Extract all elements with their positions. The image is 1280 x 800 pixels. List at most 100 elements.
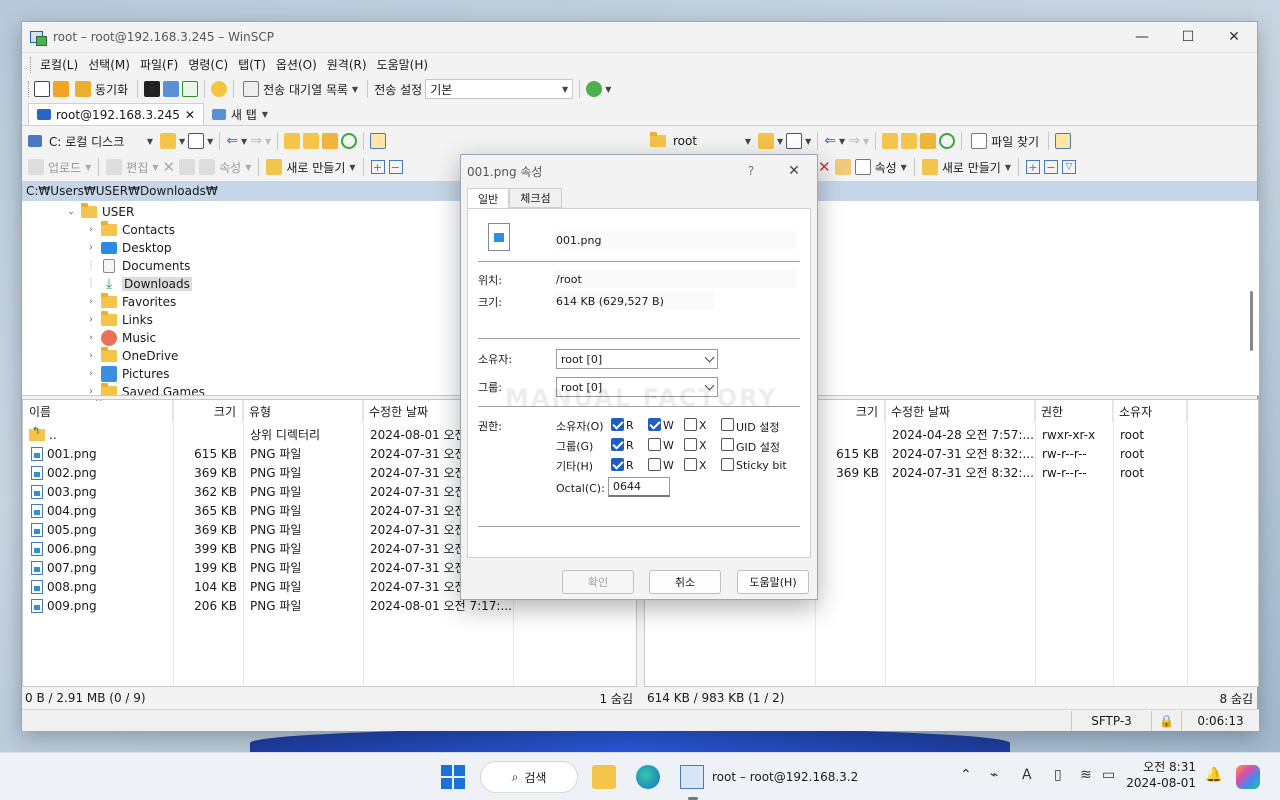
tree-item-contacts[interactable]: › Contacts [86,221,175,239]
rename-icon[interactable] [834,159,851,175]
column-size-header[interactable]: 크기 [173,400,243,422]
toolbar-grip[interactable] [28,81,31,97]
bell-icon[interactable]: 🔔 [1205,767,1222,783]
owner-select[interactable]: root [0] [556,349,718,369]
compare-dirs-icon[interactable] [34,81,50,97]
help-button[interactable]: 도움말(H) [737,570,809,594]
tree-toggle-icon[interactable] [370,133,387,149]
filter-icon[interactable] [188,133,205,149]
tree-scrollbar[interactable] [1250,291,1253,351]
tree-item-documents[interactable]: ┆ Documents [86,257,190,275]
back-arrow-icon[interactable]: ⇐ [824,133,836,149]
menu-local[interactable]: 로컬(L) [35,56,83,73]
gid-checkbox[interactable] [721,438,734,451]
tree-item-favorites[interactable]: › Favorites [86,293,176,311]
chevron-down-icon[interactable]: ▼ [777,137,783,146]
refresh-session-icon[interactable] [182,81,199,97]
deselect-minus-icon[interactable]: − [1044,160,1058,174]
chevron-down-icon[interactable]: ▼ [839,137,845,146]
group-w-checkbox[interactable] [648,438,661,451]
expand-chevron-icon[interactable]: › [86,225,96,235]
taskbar-search[interactable]: ⌕ 검색 [480,761,578,793]
copilot-icon[interactable] [1236,765,1260,789]
column-permissions-header[interactable]: 권한 [1035,400,1113,422]
taskbar-clock[interactable]: 오전 8:31 2024-08-01 [1126,759,1196,791]
sync-browse-icon[interactable] [53,81,69,97]
chevron-down-icon[interactable]: ▼ [805,137,811,146]
home-icon[interactable] [920,133,937,149]
collapse-chevron-icon[interactable]: ⌄ [66,207,76,217]
find-files-button[interactable]: 파일 찾기 [968,130,1042,152]
tree-item-saved-games[interactable]: › Saved Games [86,383,205,395]
chevron-down-icon[interactable]: ▼ [265,137,271,146]
rename-icon[interactable] [179,159,196,175]
uid-checkbox[interactable] [721,418,734,431]
properties-label[interactable]: 속성 [219,159,241,176]
others-w-checkbox[interactable] [648,458,661,471]
tab-session[interactable]: root@192.168.3.245 ✕ [28,103,204,125]
queue-list-button[interactable]: 전송 대기열 목록 ▼ [240,78,361,100]
column-size-header[interactable]: 크기 [815,400,885,422]
dialog-help-icon[interactable]: ? [731,164,771,178]
root-dir-icon[interactable] [901,133,918,149]
edge-browser-icon[interactable] [636,765,660,789]
expand-chevron-icon[interactable]: › [86,315,96,325]
tree-item-links[interactable]: › Links [86,311,153,329]
upload-label[interactable]: 업로드 [48,159,81,176]
back-arrow-icon[interactable]: ⇐ [226,133,238,149]
tree-item-user[interactable]: ⌄ USER [66,203,134,221]
chevron-down-icon[interactable]: ▼ [605,85,611,94]
expand-chevron-icon[interactable]: › [86,243,96,253]
filter-select-icon[interactable]: ▽ [1062,160,1076,174]
file-explorer-icon[interactable] [592,765,616,789]
start-windows-icon[interactable] [441,765,465,789]
tab-checksum[interactable]: 체크섬 [509,188,562,208]
others-r-checkbox[interactable] [611,458,624,471]
maximize-button[interactable]: ☐ [1165,22,1211,52]
network-icon[interactable]: ⌁ [990,767,998,783]
deselect-minus-icon[interactable]: − [388,160,403,174]
filename-field[interactable]: 001.png [554,231,796,249]
new-label[interactable]: 새로 만들기 [286,159,345,176]
chevron-down-icon[interactable]: ▼ [179,137,185,146]
filter-icon[interactable] [786,133,803,149]
dialog-close-button[interactable]: ✕ [771,163,817,179]
tab-close-icon[interactable]: ✕ [185,108,195,122]
font-icon[interactable]: A [1022,767,1032,783]
group-x-checkbox[interactable] [684,438,697,451]
transfer-settings-combo[interactable]: 기본 ▼ [425,79,574,99]
tree-item-desktop[interactable]: › Desktop [86,239,171,257]
winscp-taskbar-icon[interactable] [680,765,704,789]
tree-toggle-icon[interactable] [1055,133,1072,149]
synchronize-button[interactable]: 동기화 [72,78,131,100]
select-plus-icon[interactable]: + [1026,160,1040,174]
menu-commands[interactable]: 명령(C) [183,56,233,73]
chevron-up-icon[interactable]: ⌃ [960,767,972,783]
owner-r-checkbox[interactable] [611,418,624,431]
tab-new[interactable]: 새 탭 ▼ [204,103,276,125]
octal-input[interactable]: 0644 [608,477,670,497]
menu-options[interactable]: 옵션(O) [271,56,322,73]
taskbar-app-title[interactable]: root – root@192.168.3.2 [712,770,858,784]
chevron-down-icon[interactable]: ▼ [241,137,247,146]
home-icon[interactable] [322,133,339,149]
cancel-button[interactable]: 취소 [649,570,721,594]
minimize-button[interactable]: — [1119,22,1165,52]
battery-icon[interactable]: ▭ [1102,767,1115,783]
tree-item-music[interactable]: › Music [86,329,156,347]
tree-item-pictures[interactable]: › Pictures [86,365,170,383]
column-owner-header[interactable]: 소유자 [1113,400,1187,422]
ok-button[interactable]: 확인 [562,570,634,594]
open-folder-icon[interactable] [758,133,774,149]
toolbar-grip[interactable] [30,56,33,73]
preferences-gear-icon[interactable] [211,81,228,97]
chevron-down-icon[interactable]: ▼ [863,137,869,146]
tree-item-downloads[interactable]: ┆ ⤓ Downloads [86,275,192,293]
parent-dir-icon[interactable] [284,133,301,149]
forward-arrow-icon[interactable]: ⇒ [250,133,262,149]
menu-tabs[interactable]: 탭(T) [233,56,271,73]
owner-w-checkbox[interactable] [648,418,661,431]
refresh-icon[interactable] [341,133,358,149]
sync-globe-icon[interactable] [586,81,603,97]
console-icon[interactable] [144,81,161,97]
